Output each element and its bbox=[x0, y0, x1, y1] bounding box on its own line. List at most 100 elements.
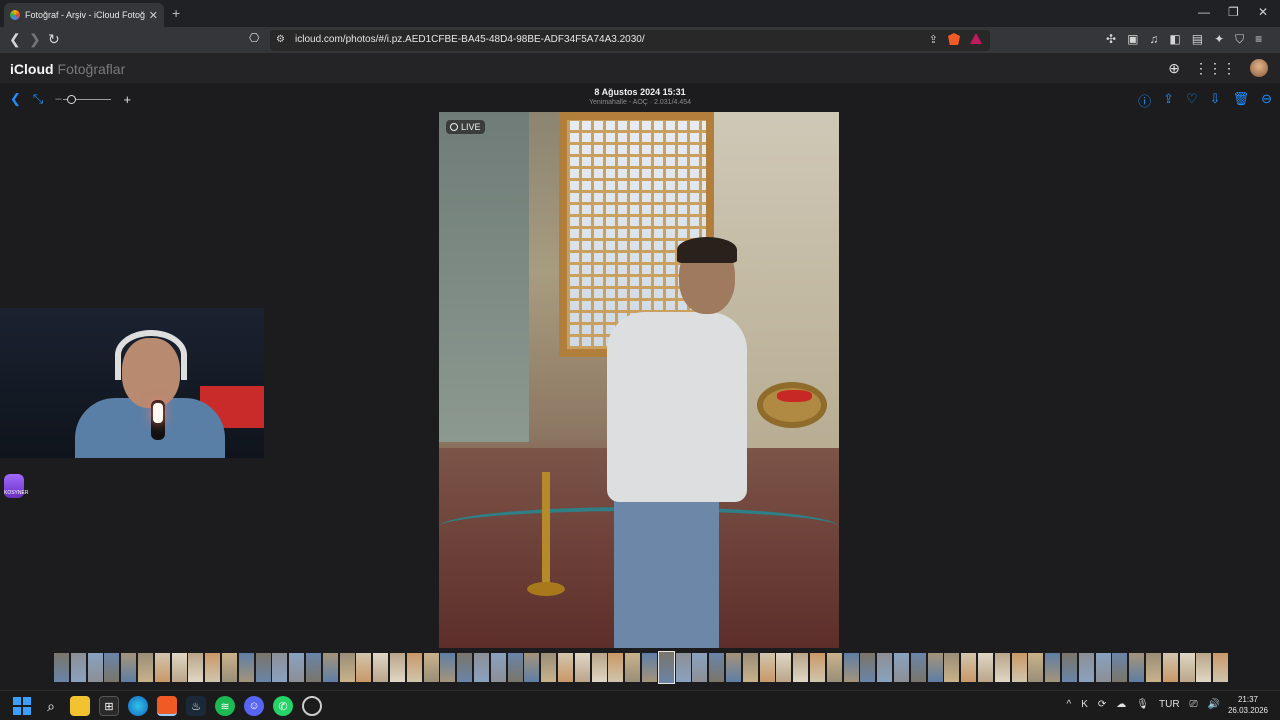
back-to-library-icon[interactable]: ❮ bbox=[10, 91, 21, 107]
wallet-icon[interactable]: ▤ bbox=[1192, 32, 1203, 47]
thumbnail[interactable] bbox=[776, 653, 792, 682]
thumbnail[interactable] bbox=[490, 653, 506, 682]
back-icon[interactable]: ❮ bbox=[9, 31, 21, 48]
thumbnail[interactable] bbox=[222, 653, 237, 682]
search-icon[interactable]: ⌕ bbox=[41, 696, 61, 716]
menu-icon[interactable]: ≡ bbox=[1255, 32, 1262, 47]
spotify-icon[interactable]: ≋ bbox=[215, 696, 235, 716]
thumbnail[interactable] bbox=[1045, 653, 1061, 682]
info-icon[interactable]: ⓘ bbox=[1138, 91, 1151, 110]
thumbnail[interactable] bbox=[356, 653, 372, 682]
download-icon[interactable]: ⇩ bbox=[1210, 91, 1221, 110]
zoom-in-button[interactable]: + bbox=[123, 92, 131, 107]
browser-tab[interactable]: Fotoğraf - Arşiv - iCloud Fotoğr... ✕ bbox=[4, 3, 164, 27]
thumbnail[interactable] bbox=[1095, 653, 1111, 682]
thumbnail[interactable] bbox=[692, 653, 708, 682]
fit-expand-icon[interactable]: ⤡ bbox=[33, 91, 43, 107]
thumbnail[interactable] bbox=[255, 653, 271, 682]
thumbnail[interactable] bbox=[742, 653, 758, 682]
thumbnail[interactable] bbox=[272, 653, 288, 682]
thumbnail[interactable] bbox=[1129, 653, 1145, 682]
clock[interactable]: 21:37 26.03.2026 bbox=[1228, 694, 1268, 716]
thumbnail[interactable] bbox=[877, 653, 893, 682]
thumbnail[interactable] bbox=[373, 653, 389, 682]
thumbnail[interactable] bbox=[138, 653, 153, 682]
file-explorer-icon[interactable] bbox=[70, 696, 90, 716]
thumbnail[interactable] bbox=[457, 653, 473, 682]
thumbnail[interactable] bbox=[978, 653, 993, 682]
thumbnail[interactable] bbox=[121, 653, 137, 682]
thumbnail[interactable] bbox=[759, 653, 775, 682]
minimize-button[interactable]: — bbox=[1198, 5, 1210, 19]
media-icon[interactable]: ♫ bbox=[1149, 32, 1158, 47]
share-icon[interactable]: ⇪ bbox=[1163, 91, 1174, 110]
thumbnail[interactable] bbox=[1213, 653, 1229, 682]
language-indicator[interactable]: TUR bbox=[1159, 699, 1180, 710]
site-info-icon[interactable]: ⚙ bbox=[276, 34, 285, 45]
thumbnail[interactable] bbox=[994, 653, 1010, 682]
brave-rewards-icon[interactable] bbox=[970, 33, 982, 44]
obs-icon[interactable] bbox=[302, 696, 322, 716]
thumbnail[interactable] bbox=[1146, 653, 1161, 682]
mic-tray-icon[interactable]: 🎙 bbox=[1136, 699, 1149, 710]
thumbnail[interactable] bbox=[70, 653, 86, 682]
thumbnail[interactable] bbox=[507, 653, 523, 682]
thumbnail[interactable] bbox=[238, 653, 254, 682]
thumbnail[interactable] bbox=[894, 653, 909, 682]
edge-icon[interactable] bbox=[128, 696, 148, 716]
network-icon[interactable]: ⎚ bbox=[1190, 699, 1198, 710]
tab-close-icon[interactable]: ✕ bbox=[149, 9, 158, 22]
kick-icon[interactable]: K bbox=[1081, 699, 1088, 710]
reload-icon[interactable]: ↻ bbox=[48, 31, 60, 48]
thumbnail[interactable] bbox=[440, 653, 456, 682]
sync-icon[interactable]: ⟳ bbox=[1098, 699, 1106, 710]
thumbnail[interactable] bbox=[843, 653, 859, 682]
thumbnail[interactable] bbox=[1112, 653, 1128, 682]
add-icon[interactable]: ⊕ bbox=[1168, 60, 1180, 77]
thumbnail[interactable] bbox=[591, 653, 607, 682]
thumbnail[interactable] bbox=[154, 653, 170, 682]
thumbnail[interactable] bbox=[1062, 653, 1077, 682]
steam-icon[interactable]: ♨ bbox=[186, 696, 206, 716]
thumbnail[interactable] bbox=[574, 653, 590, 682]
thumbnail[interactable] bbox=[810, 653, 825, 682]
thumbnail[interactable] bbox=[1078, 653, 1094, 682]
thumbnail[interactable] bbox=[423, 653, 439, 682]
thumbnail[interactable] bbox=[339, 653, 355, 682]
thumbnail[interactable] bbox=[1162, 653, 1178, 682]
thumbnail[interactable] bbox=[188, 653, 204, 682]
main-photo[interactable]: LIVE bbox=[439, 112, 839, 648]
forward-icon[interactable]: ❯ bbox=[29, 31, 41, 48]
brave-browser-icon[interactable] bbox=[157, 696, 177, 716]
volume-icon[interactable]: 🔊 bbox=[1208, 699, 1220, 710]
thumbnail[interactable] bbox=[524, 653, 540, 682]
url-field[interactable]: ⚙ icloud.com/photos/#/i.pz.AED1CFBE-BA45… bbox=[270, 30, 990, 51]
store-icon[interactable]: ⊞ bbox=[99, 696, 119, 716]
leo-icon[interactable]: ✦ bbox=[1214, 32, 1224, 47]
thumbnail[interactable] bbox=[87, 653, 103, 682]
thumbnail[interactable] bbox=[642, 653, 657, 682]
thumbnail[interactable] bbox=[910, 653, 926, 682]
favorite-icon[interactable]: ♡ bbox=[1186, 91, 1198, 110]
thumbnail[interactable] bbox=[205, 653, 221, 682]
thumbnail[interactable] bbox=[1028, 653, 1044, 682]
thumbnail[interactable] bbox=[961, 653, 977, 682]
cloud-icon[interactable]: ☁ bbox=[1116, 699, 1126, 710]
thumbnail[interactable] bbox=[675, 653, 691, 682]
brave-shield-icon[interactable] bbox=[948, 33, 960, 45]
thumbnail[interactable] bbox=[541, 653, 557, 682]
thumbnail[interactable] bbox=[390, 653, 405, 682]
avatar[interactable] bbox=[1250, 59, 1268, 77]
thumbnail[interactable] bbox=[558, 653, 573, 682]
sidebar-icon[interactable]: ◧ bbox=[1169, 32, 1180, 47]
trash-icon[interactable]: 🗑 bbox=[1233, 91, 1250, 110]
thumbnail[interactable] bbox=[1179, 653, 1195, 682]
start-button[interactable] bbox=[12, 696, 32, 716]
thumbnail[interactable] bbox=[289, 653, 305, 682]
zoom-knob[interactable] bbox=[67, 95, 77, 104]
close-window-button[interactable]: ✕ bbox=[1258, 5, 1268, 19]
app-grid-icon[interactable]: ⋮⋮⋮ bbox=[1194, 60, 1236, 77]
bookmark-icon[interactable]: ⎔ bbox=[249, 31, 259, 45]
thumbnail[interactable] bbox=[709, 653, 725, 682]
thumbnail[interactable] bbox=[474, 653, 489, 682]
